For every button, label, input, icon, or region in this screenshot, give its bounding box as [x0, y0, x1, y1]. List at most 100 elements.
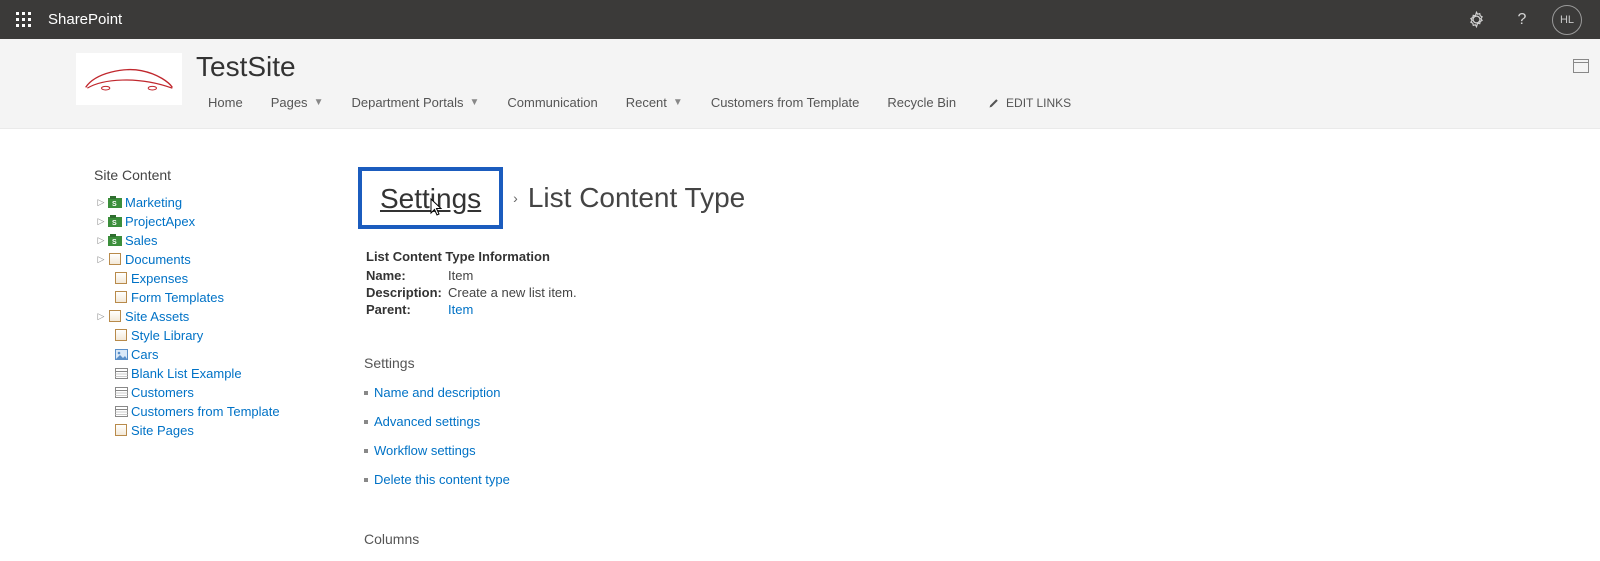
tree-expand-icon[interactable]: ▷ — [96, 254, 106, 265]
leftnav-item: ▷ Documents — [94, 250, 340, 268]
site-header: TestSite Home Pages▼ Department Portals ▼… — [0, 39, 1600, 129]
tree-expand-icon[interactable]: ▷ — [96, 235, 106, 246]
chevron-right-icon: › — [513, 190, 518, 206]
settings-link-row: Delete this content type — [364, 472, 1560, 487]
leftnav-link[interactable]: Customers — [131, 385, 194, 400]
list-icon — [115, 368, 128, 379]
library-icon — [115, 424, 127, 436]
leftnav-item: Site Pages — [100, 421, 340, 439]
settings-link[interactable]: Advanced settings — [374, 414, 480, 429]
leftnav-link[interactable]: Cars — [131, 347, 158, 362]
settings-link-row: Workflow settings — [364, 443, 1560, 458]
leftnav-link[interactable]: Site Assets — [125, 309, 189, 324]
leftnav-item: Cars — [100, 345, 340, 363]
suite-brand[interactable]: SharePoint — [48, 11, 122, 28]
leftnav-link[interactable]: Blank List Example — [131, 366, 242, 381]
leftnav-item: ▷ Site Assets — [94, 307, 340, 325]
library-icon — [109, 253, 121, 265]
settings-link[interactable]: Name and description — [374, 385, 500, 400]
node-icon — [114, 404, 128, 418]
focus-content-toggle[interactable] — [1570, 55, 1592, 77]
subsite-icon: S — [108, 196, 122, 208]
node-icon — [108, 252, 122, 266]
leftnav-link[interactable]: Documents — [125, 252, 191, 267]
pencil-icon — [988, 97, 1000, 109]
user-avatar[interactable]: HL — [1552, 5, 1582, 35]
leftnav-link[interactable]: Form Templates — [131, 290, 224, 305]
leftnav-link[interactable]: Customers from Template — [131, 404, 280, 419]
tree-expand-icon[interactable]: ▷ — [96, 197, 106, 208]
leftnav-link[interactable]: Site Pages — [131, 423, 194, 438]
settings-link[interactable]: Delete this content type — [374, 472, 510, 487]
settings-link-row: Name and description — [364, 385, 1560, 400]
leftnav-link[interactable]: Style Library — [131, 328, 203, 343]
top-nav: Home Pages▼ Department Portals ▼ Communic… — [196, 91, 1071, 114]
leftnav-item: Blank List Example — [100, 364, 340, 382]
bullet-icon — [364, 391, 368, 395]
settings-gear-button[interactable] — [1460, 4, 1492, 36]
chevron-down-icon: ▼ — [469, 97, 479, 108]
nav-edit-links[interactable]: EDIT LINKS — [988, 96, 1071, 110]
nav-home[interactable]: Home — [196, 91, 255, 114]
info-parent-label: Parent: — [366, 302, 448, 317]
site-logo[interactable] — [76, 53, 182, 105]
parent-link[interactable]: Item — [448, 302, 473, 317]
bullet-icon — [364, 449, 368, 453]
library-icon — [109, 310, 121, 322]
nav-recent[interactable]: Recent▼ — [614, 91, 695, 114]
list-icon — [115, 406, 128, 417]
leftnav-item: ▷SProjectApex — [94, 212, 340, 230]
node-icon — [114, 290, 128, 304]
node-icon: S — [108, 214, 122, 228]
nav-pages[interactable]: Pages▼ — [259, 91, 336, 114]
library-icon — [115, 291, 127, 303]
nav-department-portals[interactable]: Department Portals ▼ — [339, 91, 491, 114]
nav-edit-label: EDIT LINKS — [1006, 96, 1071, 110]
site-title[interactable]: TestSite — [196, 53, 1071, 81]
info-name-row: Name: Item — [366, 268, 1066, 283]
leftnav-list: ▷SMarketing▷SProjectApex▷SSales▷Document… — [94, 193, 340, 439]
svg-text:S: S — [112, 201, 117, 208]
main-layout: Site Content ▷SMarketing▷SProjectApex▷SS… — [0, 129, 1600, 561]
leftnav-link[interactable]: Expenses — [131, 271, 188, 286]
content-area: Settings › List Content Type List Conten… — [340, 167, 1600, 561]
leftnav-link[interactable]: Marketing — [125, 195, 182, 210]
info-desc-row: Description: Create a new list item. — [366, 285, 1066, 300]
focus-icon — [1573, 59, 1589, 73]
breadcrumb-current: List Content Type — [528, 182, 745, 214]
node-icon — [114, 328, 128, 342]
nav-recycle-bin[interactable]: Recycle Bin — [875, 91, 968, 114]
car-logo-icon — [79, 59, 179, 99]
page-breadcrumb: Settings › List Content Type — [340, 167, 1560, 229]
chevron-down-icon: ▼ — [673, 97, 683, 108]
settings-link-row: Advanced settings — [364, 414, 1560, 429]
subsite-icon: S — [108, 215, 122, 227]
help-icon: ? — [1518, 11, 1527, 29]
node-icon: S — [108, 233, 122, 247]
nav-customers-template[interactable]: Customers from Template — [699, 91, 872, 114]
chevron-down-icon: ▼ — [314, 97, 324, 108]
settings-link[interactable]: Workflow settings — [374, 443, 476, 458]
leftnav-item: Form Templates — [100, 288, 340, 306]
info-name-value: Item — [448, 268, 473, 283]
app-launcher[interactable] — [8, 4, 40, 36]
gear-icon — [1468, 11, 1485, 28]
tree-expand-icon[interactable]: ▷ — [96, 311, 106, 322]
content-type-info: List Content Type Information Name: Item… — [366, 249, 1066, 317]
tree-expand-icon[interactable]: ▷ — [96, 216, 106, 227]
leftnav-link[interactable]: Sales — [125, 233, 158, 248]
nav-communication[interactable]: Communication — [495, 91, 609, 114]
leftnav-item: Customers — [100, 383, 340, 401]
bullet-icon — [364, 478, 368, 482]
leftnav-link[interactable]: ProjectApex — [125, 214, 195, 229]
subsite-icon: S — [108, 234, 122, 246]
left-navigation: Site Content ▷SMarketing▷SProjectApex▷SS… — [0, 167, 340, 561]
help-button[interactable]: ? — [1506, 4, 1538, 36]
node-icon: S — [108, 195, 122, 209]
columns-section-head: Columns — [364, 531, 1560, 547]
breadcrumb-settings-link[interactable]: Settings — [380, 183, 481, 214]
library-icon — [115, 329, 127, 341]
info-desc-value: Create a new list item. — [448, 285, 577, 300]
nav-dept-label: Department Portals — [351, 95, 463, 110]
suite-bar: SharePoint ? HL — [0, 0, 1600, 39]
